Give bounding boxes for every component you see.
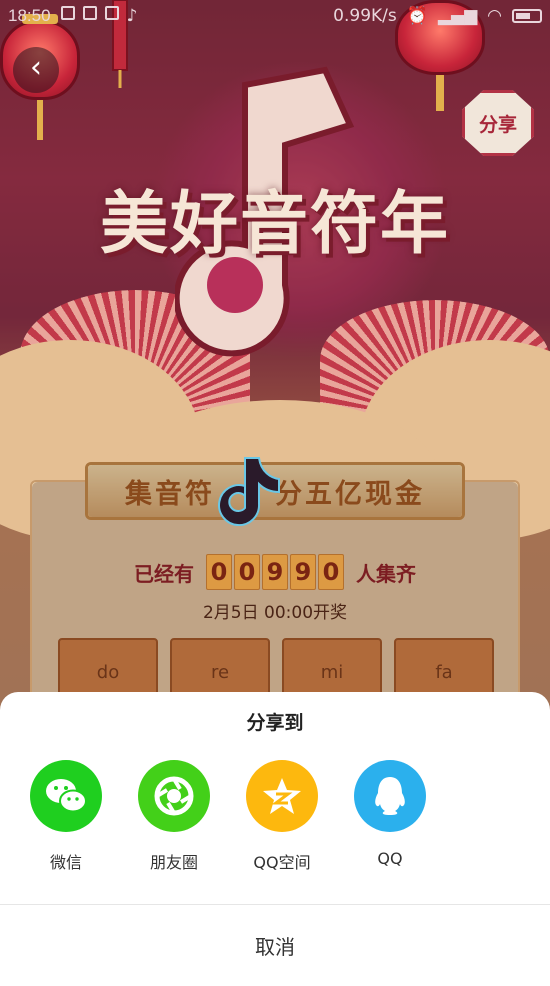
cancel-button[interactable]: 取消: [0, 905, 550, 986]
back-button[interactable]: ‹: [13, 47, 59, 93]
share-wechat-button[interactable]: 微信: [16, 760, 116, 873]
share-qq-button[interactable]: QQ: [340, 760, 440, 868]
tiktok-icon: ♪: [126, 6, 138, 26]
network-speed: 0.99K/s: [333, 6, 397, 26]
count-digit: 9: [290, 554, 316, 590]
share-qzone-label: QQ空间: [253, 853, 311, 872]
lock-icon: [60, 6, 75, 20]
share-moments-button[interactable]: 朋友圈: [124, 760, 224, 873]
status-time: 18:50: [8, 6, 51, 25]
count-digits: 0 0 9 9 0: [206, 554, 344, 590]
moments-icon: [138, 760, 210, 832]
banner-right-text: 分五亿现金: [275, 478, 425, 510]
wifi-icon: ◠: [487, 6, 502, 26]
alarm-icon: ⏰: [406, 6, 428, 26]
count-suffix: 人集齐: [356, 561, 416, 586]
count-digit: 9: [262, 554, 288, 590]
share-badge-label: 分享: [478, 113, 517, 136]
share-sheet: 分享到 微信 朋友圈 QQ空间 QQ 取消: [0, 692, 550, 986]
wechat-icon: [30, 760, 102, 832]
battery-icon: [512, 9, 542, 23]
draw-time: 2月5日 00:00开奖: [202, 603, 348, 623]
share-qzone-button[interactable]: QQ空间: [232, 760, 332, 873]
tiktok-logo-icon: [218, 457, 280, 526]
status-bar: 18:50 ♪ 0.99K/s ⏰ ▂▄▆ ◠: [0, 0, 550, 32]
count-digit: 0: [206, 554, 232, 590]
count-prefix: 已经有: [134, 561, 194, 586]
share-sheet-title: 分享到: [246, 712, 304, 734]
count-digit: 0: [318, 554, 344, 590]
collected-count: 已经有 0 0 9 9 0 人集齐: [0, 554, 550, 590]
signal-icon: ▂▄▆: [437, 6, 478, 26]
share-qq-label: QQ: [377, 849, 403, 868]
share-moments-label: 朋友圈: [149, 853, 198, 872]
count-digit: 0: [234, 554, 260, 590]
share-wechat-label: 微信: [49, 853, 82, 872]
share-badge-button[interactable]: 分享: [462, 90, 534, 156]
qq-icon: [354, 760, 426, 832]
banner-left-text: 集音符: [125, 478, 215, 510]
qzone-icon: [246, 760, 318, 832]
image-icon: [82, 6, 97, 20]
image-icon: [104, 6, 119, 20]
promo-title: 美好音符年: [99, 185, 450, 264]
